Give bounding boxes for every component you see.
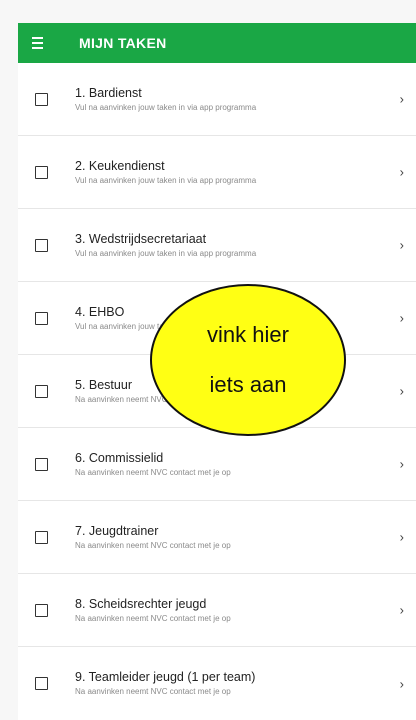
task-checkbox[interactable] bbox=[35, 603, 48, 617]
hamburger-menu-icon[interactable] bbox=[32, 23, 48, 63]
task-checkbox[interactable] bbox=[35, 311, 48, 325]
task-checkbox[interactable] bbox=[35, 165, 48, 179]
task-subtitle: Vul na aanvinken jouw taken in via app p… bbox=[75, 175, 257, 185]
callout-line-1: vink hier bbox=[207, 322, 289, 347]
task-row[interactable]: 9. Teamleider jeugd (1 per team) Na aanv… bbox=[18, 647, 416, 720]
task-subtitle: Na aanvinken neemt NVC contact met je op bbox=[75, 467, 231, 477]
task-subtitle: Na aanvinken neemt NVC contact met je op bbox=[75, 613, 231, 623]
task-title: 1. Bardienst bbox=[75, 85, 142, 100]
callout-line-2: iets aan bbox=[209, 372, 287, 397]
app-bar: MIJN TAKEN bbox=[18, 23, 416, 63]
chevron-right-icon[interactable]: › bbox=[400, 457, 404, 472]
task-subtitle: Na aanvinken neemt NVC contact met je op bbox=[75, 687, 231, 696]
task-subtitle: Vul na aanvinken jouw taken in via app p… bbox=[75, 102, 257, 112]
chevron-right-icon[interactable]: › bbox=[400, 165, 404, 180]
task-checkbox[interactable] bbox=[35, 238, 48, 252]
task-title: 2. Keukendienst bbox=[75, 158, 165, 173]
task-title: 3. Wedstrijdsecretariaat bbox=[75, 231, 207, 246]
chevron-right-icon[interactable]: › bbox=[400, 676, 404, 691]
task-row[interactable]: 8. Scheidsrechter jeugd Na aanvinken nee… bbox=[18, 574, 416, 647]
chevron-right-icon[interactable]: › bbox=[400, 311, 404, 326]
task-checkbox[interactable] bbox=[35, 92, 48, 106]
task-checkbox[interactable] bbox=[35, 457, 48, 471]
page-title: MIJN TAKEN bbox=[79, 35, 167, 51]
task-row[interactable]: 6. Commissielid Na aanvinken neemt NVC c… bbox=[18, 428, 416, 501]
chevron-right-icon[interactable]: › bbox=[400, 92, 404, 107]
task-title: 6. Commissielid bbox=[75, 450, 164, 465]
chevron-right-icon[interactable]: › bbox=[400, 530, 404, 545]
chevron-right-icon[interactable]: › bbox=[400, 238, 404, 253]
task-checkbox[interactable] bbox=[35, 677, 48, 690]
task-checkbox[interactable] bbox=[35, 530, 48, 544]
chevron-right-icon[interactable]: › bbox=[400, 603, 404, 618]
task-title: 8. Scheidsrechter jeugd bbox=[75, 596, 207, 611]
task-row[interactable]: 2. Keukendienst Vul na aanvinken jouw ta… bbox=[18, 136, 416, 209]
task-title: 7. Jeugdtrainer bbox=[75, 523, 159, 538]
task-checkbox[interactable] bbox=[35, 384, 48, 398]
task-subtitle: Na aanvinken neemt NVC contact met je op bbox=[75, 540, 231, 550]
chevron-right-icon[interactable]: › bbox=[400, 384, 404, 399]
task-row[interactable]: 1. Bardienst Vul na aanvinken jouw taken… bbox=[18, 63, 416, 136]
task-row[interactable]: 3. Wedstrijdsecretariaat Vul na aanvinke… bbox=[18, 209, 416, 282]
task-subtitle: Vul na aanvinken jouw taken in via app p… bbox=[75, 248, 257, 258]
task-title: 9. Teamleider jeugd (1 per team) bbox=[75, 670, 256, 684]
task-row[interactable]: 7. Jeugdtrainer Na aanvinken neemt NVC c… bbox=[18, 501, 416, 574]
callout-bubble: vink hier iets aan bbox=[150, 284, 346, 436]
